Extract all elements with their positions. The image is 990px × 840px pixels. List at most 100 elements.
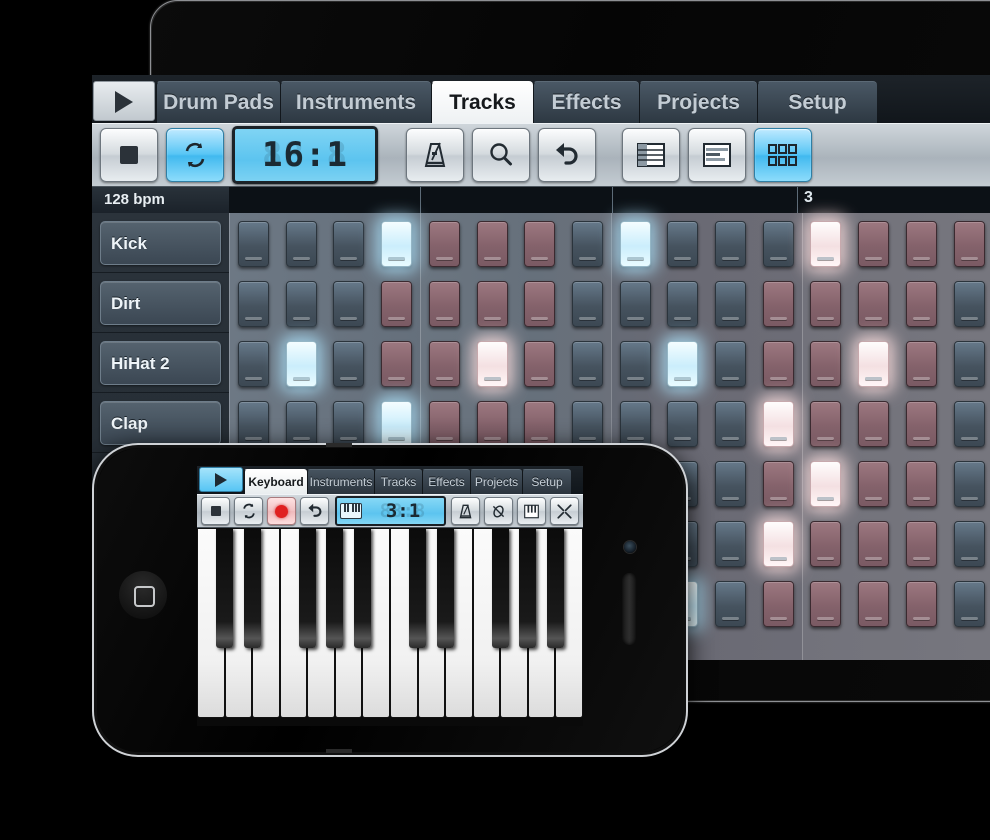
iphone-lcd-display[interactable]: 88:8 3:1 (335, 496, 446, 526)
track-name-clap[interactable]: Clap (100, 400, 221, 445)
sequencer-pad[interactable] (333, 281, 365, 327)
sequencer-pad[interactable] (810, 401, 842, 447)
sequencer-pad[interactable] (428, 341, 460, 387)
ipad-tab-setup[interactable]: Setup (757, 81, 877, 123)
iphone-undo-button[interactable] (300, 497, 330, 525)
sequencer-pad[interactable] (381, 401, 413, 447)
sequencer-pad[interactable] (953, 401, 985, 447)
sequencer-pad[interactable] (715, 221, 746, 267)
sequencer-pad[interactable] (524, 221, 556, 267)
sequencer-pad[interactable] (667, 221, 699, 267)
sequencer-pad[interactable] (810, 341, 842, 387)
piano-black-key[interactable] (519, 528, 537, 648)
iphone-play-button[interactable] (199, 467, 243, 492)
sequencer-pad[interactable] (476, 341, 508, 387)
sequencer-pad[interactable] (858, 581, 890, 627)
ipad-lcd-display[interactable]: 88:8 16:1 (232, 126, 378, 184)
sequencer-pad[interactable] (333, 341, 365, 387)
sequencer-pad[interactable] (571, 401, 603, 447)
ipad-tab-instruments[interactable]: Instruments (280, 81, 431, 123)
track-name-hihat2[interactable]: HiHat 2 (100, 340, 221, 385)
sequencer-pad[interactable] (858, 521, 890, 567)
iphone-home-button[interactable] (119, 571, 167, 619)
sequencer-pad[interactable] (810, 581, 842, 627)
sequencer-pad[interactable] (905, 521, 937, 567)
iphone-metronome-button[interactable] (450, 497, 480, 525)
sequencer-pad[interactable] (619, 221, 651, 267)
sequencer-pad[interactable] (810, 281, 842, 327)
iphone-keyboard-button[interactable] (516, 497, 546, 525)
ipad-undo-button[interactable] (538, 128, 596, 182)
sequencer-pad[interactable] (953, 281, 985, 327)
sequencer-pad[interactable] (333, 221, 365, 267)
sequencer-pad[interactable] (428, 281, 460, 327)
sequencer-pad[interactable] (762, 461, 794, 507)
sequencer-pad[interactable] (524, 401, 556, 447)
sequencer-pad[interactable] (953, 581, 985, 627)
piano-black-key[interactable] (216, 528, 234, 648)
iphone-tab-instruments[interactable]: Instruments (307, 469, 374, 494)
iphone-tab-tracks[interactable]: Tracks (374, 469, 422, 494)
sequencer-pad[interactable] (476, 281, 508, 327)
piano-black-key[interactable] (326, 528, 344, 648)
sequencer-pad[interactable] (428, 221, 460, 267)
sequencer-pad[interactable] (619, 341, 651, 387)
sequencer-pad[interactable] (428, 401, 460, 447)
sequencer-pad[interactable] (667, 401, 699, 447)
sequencer-pad[interactable] (333, 401, 365, 447)
iphone-tab-projects[interactable]: Projects (470, 469, 522, 494)
piano-black-key[interactable] (243, 528, 261, 648)
sequencer-pad[interactable] (715, 401, 746, 447)
ipad-track-list-button[interactable] (622, 128, 680, 182)
sequencer-pad[interactable] (762, 401, 794, 447)
ipad-stop-button[interactable] (100, 128, 158, 182)
iphone-rotate-button[interactable] (483, 497, 513, 525)
piano-black-key[interactable] (298, 528, 316, 648)
ipad-drumpad-grid-button[interactable] (754, 128, 812, 182)
sequencer-pad[interactable] (667, 341, 699, 387)
ipad-play-button[interactable] (93, 81, 155, 121)
sequencer-pad[interactable] (715, 581, 746, 627)
sequencer-pad[interactable] (524, 341, 556, 387)
sequencer-pad[interactable] (905, 341, 937, 387)
sequencer-pad[interactable] (667, 281, 699, 327)
ipad-tab-drum-pads[interactable]: Drum Pads (156, 81, 280, 123)
piano-keyboard[interactable] (197, 528, 583, 726)
sequencer-pad[interactable] (905, 581, 937, 627)
sequencer-pad[interactable] (858, 281, 890, 327)
sequencer-pad[interactable] (905, 221, 937, 267)
sequencer-pad[interactable] (476, 401, 508, 447)
iphone-loop-button[interactable] (234, 497, 264, 525)
iphone-tab-effects[interactable]: Effects (422, 469, 470, 494)
piano-black-key[interactable] (546, 528, 564, 648)
sequencer-pad[interactable] (953, 221, 985, 267)
sequencer-pad[interactable] (762, 581, 794, 627)
sequencer-pad[interactable] (285, 401, 317, 447)
sequencer-pad[interactable] (905, 401, 937, 447)
sequencer-pad[interactable] (858, 341, 890, 387)
ipad-tab-tracks[interactable]: Tracks (431, 81, 533, 123)
ipad-metronome-button[interactable] (406, 128, 464, 182)
sequencer-pad[interactable] (715, 281, 746, 327)
sequencer-pad[interactable] (571, 341, 603, 387)
piano-black-key[interactable] (491, 528, 509, 648)
ipad-mixer-button[interactable] (688, 128, 746, 182)
sequencer-pad[interactable] (762, 521, 794, 567)
sequencer-pad[interactable] (810, 521, 842, 567)
ipad-loop-button[interactable] (166, 128, 224, 182)
sequencer-pad[interactable] (476, 221, 508, 267)
sequencer-pad[interactable] (715, 461, 746, 507)
iphone-tab-keyboard[interactable]: Keyboard (244, 469, 307, 494)
sequencer-pad[interactable] (524, 281, 556, 327)
sequencer-pad[interactable] (619, 401, 651, 447)
sequencer-pad[interactable] (858, 461, 890, 507)
sequencer-pad[interactable] (858, 221, 890, 267)
sequencer-pad[interactable] (762, 281, 794, 327)
sequencer-pad[interactable] (619, 281, 651, 327)
sequencer-pad[interactable] (762, 221, 794, 267)
sequencer-pad[interactable] (953, 521, 985, 567)
iphone-stop-button[interactable] (201, 497, 231, 525)
sequencer-pad[interactable] (810, 221, 842, 267)
sequencer-pad[interactable] (905, 281, 937, 327)
sequencer-pad[interactable] (571, 221, 603, 267)
